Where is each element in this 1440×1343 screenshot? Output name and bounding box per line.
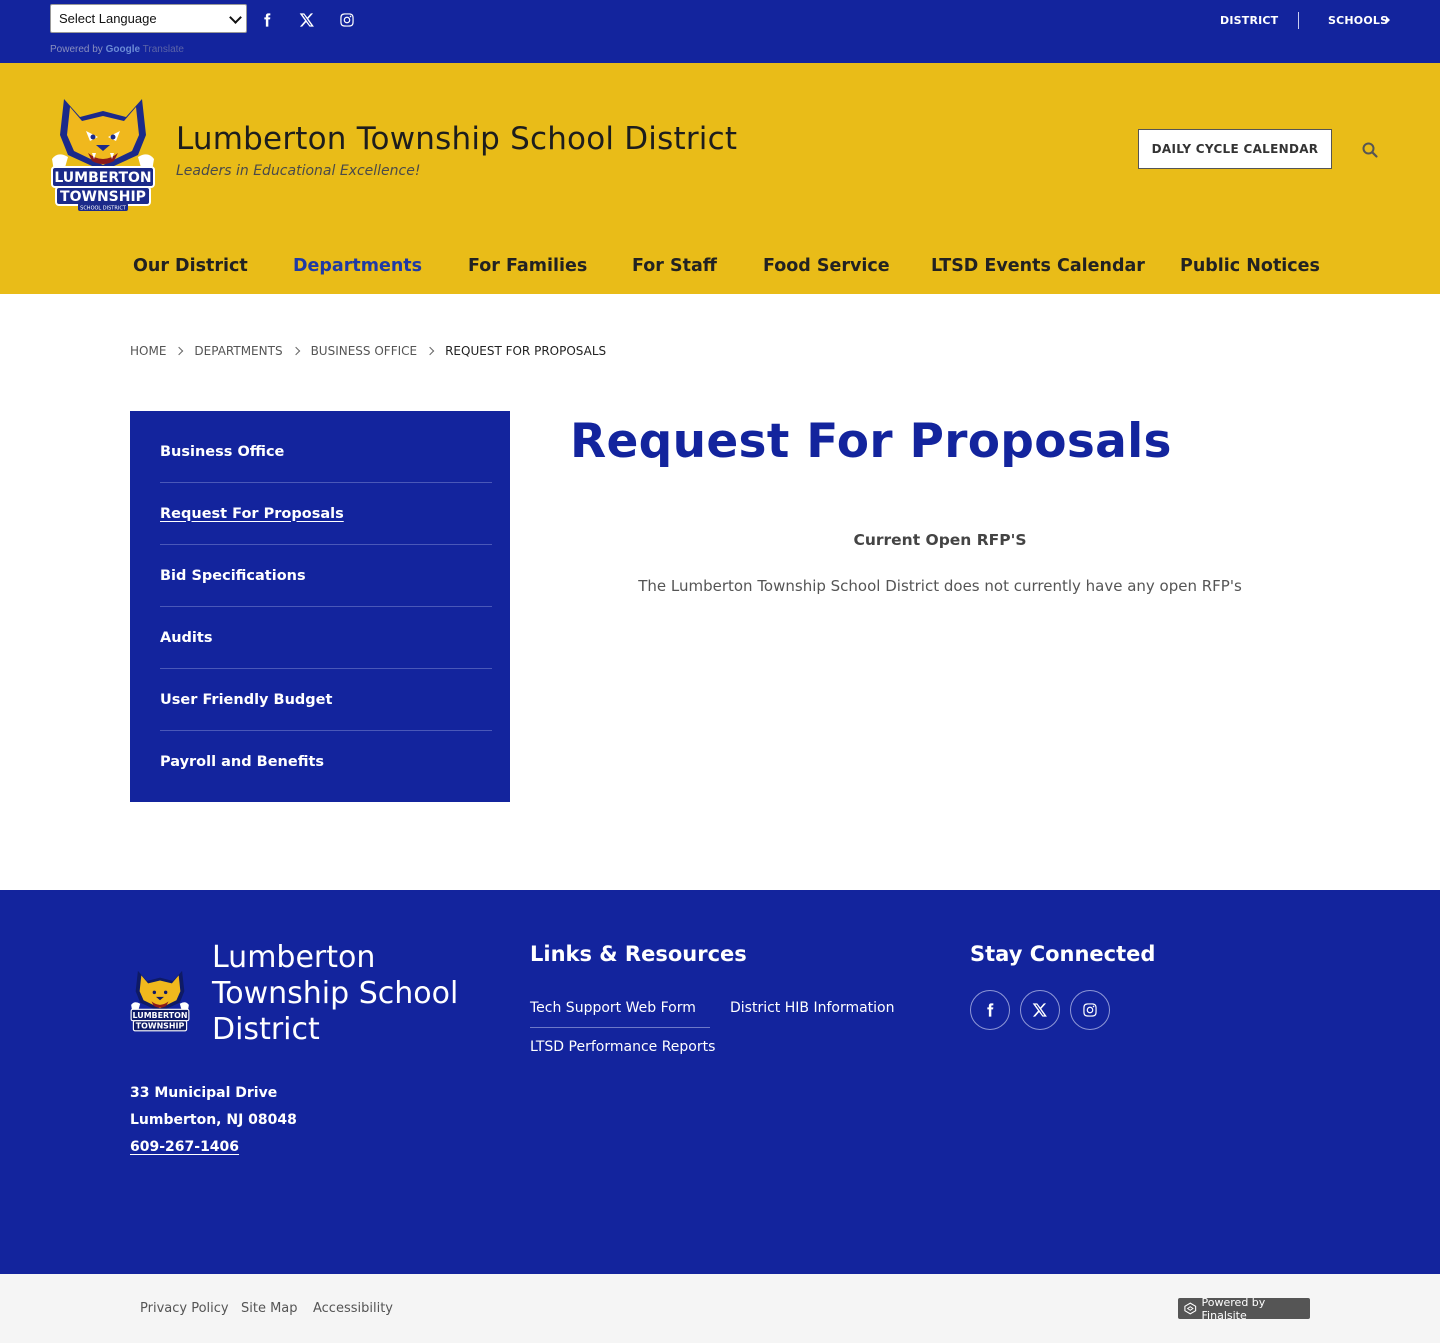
sidebar-item-bid-specifications[interactable]: Bid Specifications [160,545,492,607]
sidebar-item-business-office[interactable]: Business Office [160,421,492,483]
svg-text:SCHOOL DISTRICT: SCHOOL DISTRICT [80,206,127,212]
section-sidebar: Business Office Request For Proposals Bi… [130,411,510,802]
svg-text:TOWNSHIP: TOWNSHIP [60,189,146,205]
svg-text:TOWNSHIP: TOWNSHIP [136,1022,185,1031]
sidebar-item-user-friendly-budget[interactable]: User Friendly Budget [160,669,492,731]
instagram-icon[interactable] [1070,990,1110,1030]
google-logo: Google [105,44,141,55]
site-map-link[interactable]: Site Map [241,1301,298,1316]
nav-our-district[interactable]: Our District [133,256,248,276]
breadcrumb-home[interactable]: HOME [130,344,166,358]
sidebar-item-label: Audits [160,629,213,646]
divider [530,1027,710,1028]
nav-for-families[interactable]: For Families [468,256,587,276]
main-navigation: Our District Departments For Families Fo… [0,256,1440,294]
site-tagline: Leaders in Educational Excellence! [176,163,421,179]
sidebar-item-payroll-and-benefits[interactable]: Payroll and Benefits [160,731,492,793]
rfp-status-text: The Lumberton Township School District d… [638,577,1242,595]
divider [1298,12,1299,29]
daily-cycle-calendar-button[interactable]: DAILY CYCLE CALENDAR [1138,129,1332,169]
sidebar-item-request-for-proposals[interactable]: Request For Proposals [160,483,492,545]
site-footer: LUMBERTON TOWNSHIP Lumberton Township Sc… [0,890,1440,1274]
facebook-icon[interactable] [257,10,277,30]
district-link[interactable]: DISTRICT [1220,14,1278,27]
page-title: Request For Proposals [570,414,1172,469]
site-title[interactable]: Lumberton Township School District [176,121,737,157]
x-twitter-icon[interactable] [297,10,317,30]
top-utility-bar: Select Language Powered by Google Transl… [0,0,1440,63]
powered-by-label: Powered by [50,44,103,55]
footer-phone-link[interactable]: 609-267-1406 [130,1139,239,1155]
sidebar-item-label: Request For Proposals [160,505,344,522]
x-twitter-icon[interactable] [1020,990,1060,1030]
bottom-bar: Privacy Policy Site Map Accessibility Po… [0,1274,1440,1343]
chevron-right-icon [175,346,184,356]
powered-by-finalsite-badge[interactable]: Powered by Finalsite [1178,1295,1310,1322]
chevron-right-icon [425,346,435,356]
rfp-heading: Current Open RFP'S [853,531,1027,549]
powered-by-google: Powered by Google Translate [50,44,184,55]
district-hib-link[interactable]: District HIB Information [730,1000,895,1016]
schools-link[interactable]: SCHOOLS [1328,14,1388,27]
nav-departments[interactable]: Departments [293,256,422,276]
language-select[interactable]: Select Language [50,4,247,33]
stay-connected-heading: Stay Connected [970,942,1156,966]
footer-district-name: Lumberton Township School District [212,940,459,1047]
finalsite-icon [1184,1302,1197,1315]
sidebar-item-label: User Friendly Budget [160,691,333,708]
sidebar-item-label: Bid Specifications [160,567,306,584]
footer-logo[interactable]: LUMBERTON TOWNSHIP [130,966,190,1038]
facebook-icon[interactable] [970,990,1010,1030]
caret-right-icon [1386,16,1390,24]
sidebar-item-audits[interactable]: Audits [160,607,492,669]
tech-support-link[interactable]: Tech Support Web Form [530,1000,696,1016]
ltsd-performance-reports-link[interactable]: LTSD Performance Reports [530,1039,715,1055]
sidebar-item-label: Payroll and Benefits [160,754,325,770]
site-header: LUMBERTON TOWNSHIP SCHOOL DISTRICT Lumbe… [0,63,1440,294]
search-icon[interactable] [1361,141,1379,159]
breadcrumb-business-office[interactable]: BUSINESS OFFICE [311,344,418,358]
district-logo[interactable]: LUMBERTON TOWNSHIP SCHOOL DISTRICT [50,95,156,213]
svg-text:LUMBERTON: LUMBERTON [54,170,151,186]
breadcrumb-departments[interactable]: DEPARTMENTS [194,344,282,358]
breadcrumb-current: REQUEST FOR PROPOSALS [445,344,607,358]
links-resources-heading: Links & Resources [530,942,747,966]
chevron-right-icon [291,346,300,356]
footer-address-line1: 33 Municipal Drive [130,1085,278,1101]
instagram-icon[interactable] [337,10,357,30]
nav-public-notices[interactable]: Public Notices [1180,256,1320,276]
accessibility-link[interactable]: Accessibility [313,1301,393,1316]
chevron-down-icon [229,11,242,24]
finalsite-label: Powered by Finalsite [1201,1295,1266,1322]
svg-text:LUMBERTON: LUMBERTON [133,1011,188,1020]
sidebar-item-label: Business Office [160,443,285,460]
language-select-value: Select Language [59,11,157,26]
nav-ltsd-events-calendar[interactable]: LTSD Events Calendar [931,256,1145,276]
breadcrumb: HOME DEPARTMENTS BUSINESS OFFICE REQUEST… [130,344,606,358]
nav-for-staff[interactable]: For Staff [632,256,717,276]
nav-food-service[interactable]: Food Service [763,256,890,276]
translate-link[interactable]: Translate [143,44,184,55]
privacy-policy-link[interactable]: Privacy Policy [140,1301,229,1316]
footer-address-line2: Lumberton, NJ 08048 [130,1112,297,1128]
